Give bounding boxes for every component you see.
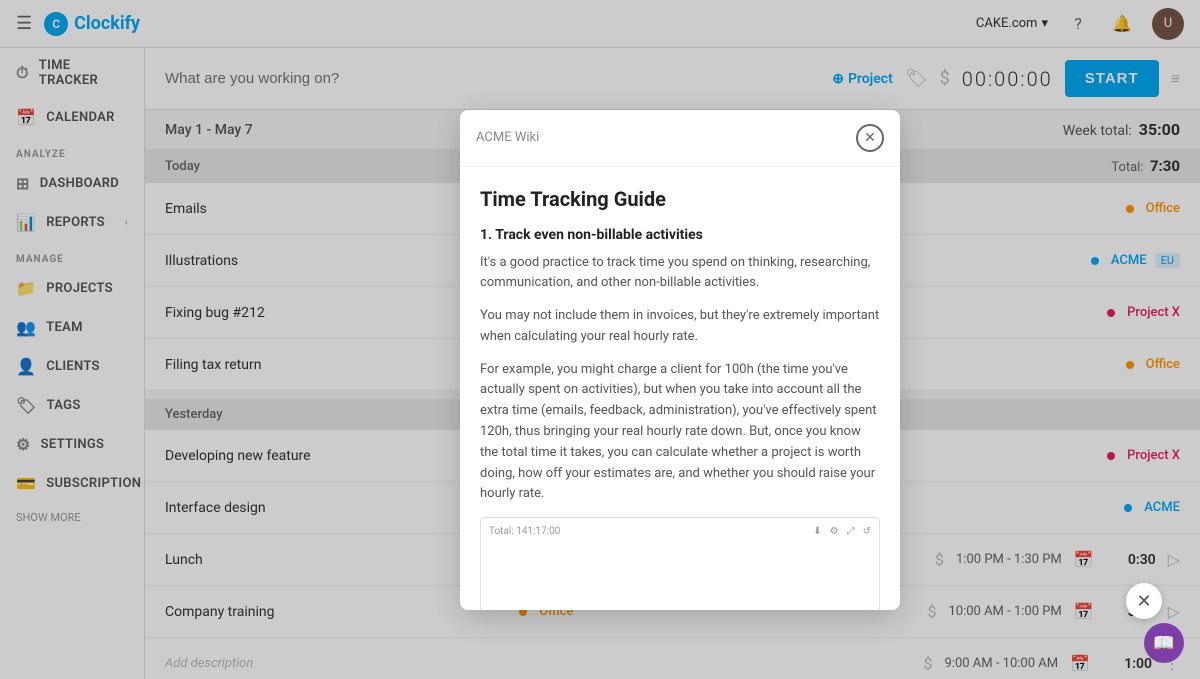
chart-settings-icon[interactable]: ⚙: [830, 526, 839, 537]
popup-body: Time Tracking Guide 1. Track even non-bi…: [460, 167, 900, 610]
popup-para3: For example, you might charge a client f…: [480, 360, 880, 506]
chart-label-left: Total: 141:17:00: [489, 526, 560, 537]
help-book-button[interactable]: 📖: [1144, 623, 1184, 663]
chart-expand-icon[interactable]: ⤢: [847, 526, 855, 537]
popup-overlay[interactable]: ACME Wiki ✕ Time Tracking Guide 1. Track…: [0, 0, 1200, 679]
popup-para1: It's a good practice to track time you s…: [480, 253, 880, 295]
popup-title: ACME Wiki: [476, 130, 539, 145]
popup-para2: You may not include them in invoices, bu…: [480, 306, 880, 348]
popup-section-title: 1. Track even non-billable activities: [480, 227, 880, 243]
popup-chart: Total: 141:17:00 ⬇ ⚙ ⤢ ↺ Apr 29: [480, 517, 880, 609]
chart-refresh-icon[interactable]: ↺: [863, 526, 871, 537]
popup-close-button[interactable]: ✕: [856, 124, 884, 152]
close-bottom-button[interactable]: ✕: [1126, 583, 1162, 619]
chart-bars: Apr 29 Apr 30 May 1 May 2: [489, 545, 871, 609]
wiki-popup: ACME Wiki ✕ Time Tracking Guide 1. Track…: [460, 110, 900, 610]
chart-header: Total: 141:17:00 ⬇ ⚙ ⤢ ↺: [489, 526, 871, 537]
popup-heading: Time Tracking Guide: [480, 187, 880, 211]
chart-export-icon[interactable]: ⬇: [813, 526, 821, 537]
popup-header: ACME Wiki ✕: [460, 110, 900, 167]
